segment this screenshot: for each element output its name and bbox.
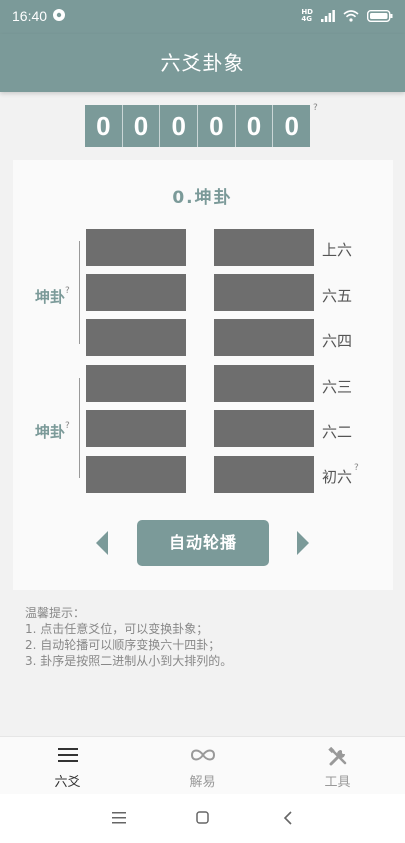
lower-trigram-help[interactable]: ? xyxy=(65,421,70,431)
nav-label: 解易 xyxy=(189,775,216,790)
line-6-right-segment[interactable] xyxy=(214,229,314,266)
line-2-label: 六二 xyxy=(322,423,353,441)
line-1-label: 初六 xyxy=(322,468,353,486)
signal-icon xyxy=(321,10,335,22)
upper-trigram-bracket xyxy=(79,241,80,344)
line-6-label: 上六 xyxy=(322,241,353,259)
next-hexagram-button[interactable] xyxy=(297,531,309,555)
tip-item: 2. 自动轮播可以顺序变换六十四卦； xyxy=(25,638,221,652)
line-2-right-segment[interactable] xyxy=(214,410,314,447)
line-3-label: 六三 xyxy=(322,378,353,396)
recents-icon[interactable] xyxy=(112,812,126,824)
nav-label: 工具 xyxy=(324,775,351,790)
binary-display: 0 0 0 0 0 0 xyxy=(85,105,310,147)
binary-digit-6: 0 xyxy=(284,111,299,141)
hexagram-title: 0.坤卦 xyxy=(172,188,233,208)
battery-icon xyxy=(367,10,393,22)
upper-trigram-help[interactable]: ? xyxy=(65,286,70,296)
binary-digit-2: 0 xyxy=(123,105,161,147)
home-icon[interactable] xyxy=(196,811,209,824)
line-3-left-segment[interactable] xyxy=(86,365,186,402)
line-1-right-segment[interactable] xyxy=(214,456,314,493)
line-1-left-segment[interactable] xyxy=(86,456,186,493)
binary-digit-5: 0 xyxy=(236,105,274,147)
status-bar: 16:40 HD 4G xyxy=(0,0,405,34)
line-4-left-segment[interactable] xyxy=(86,319,186,356)
line-1-help[interactable]: ? xyxy=(354,463,359,473)
binary-digit-4: 0 xyxy=(198,105,236,147)
page-title: 六爻卦象 xyxy=(160,51,245,75)
lower-trigram-label[interactable]: 坤卦? xyxy=(35,421,70,442)
upper-trigram-label[interactable]: 坤卦? xyxy=(35,286,70,307)
nav-tab-jieyi[interactable]: 解易 xyxy=(135,737,270,795)
line-4-right-segment[interactable] xyxy=(214,319,314,356)
line-6-left-segment[interactable] xyxy=(86,229,186,266)
autoplay-button[interactable]: 自动轮播 xyxy=(137,520,269,566)
back-icon[interactable] xyxy=(283,811,292,825)
menu-icon xyxy=(57,748,78,762)
infinity-icon xyxy=(190,749,215,761)
status-right: HD 4G xyxy=(301,8,393,24)
line-2-left-segment[interactable] xyxy=(86,410,186,447)
tools-icon xyxy=(327,747,346,766)
system-navigation-bar xyxy=(0,794,405,843)
tip-item: 3. 卦序是按照二进制从小到大排列的。 xyxy=(25,654,233,668)
bottom-navigation: 六爻 解易 工具 xyxy=(0,736,405,795)
status-time: 16:40 xyxy=(12,8,48,24)
nav-tab-tools[interactable]: 工具 xyxy=(270,737,405,795)
line-3-right-segment[interactable] xyxy=(214,365,314,402)
network-type: HD 4G xyxy=(301,8,313,23)
nav-label: 六爻 xyxy=(54,775,81,790)
tip-item: 1. 点击任意爻位，可以变换卦象； xyxy=(25,622,209,636)
binary-digit-1: 0 xyxy=(85,105,123,147)
line-5-left-segment[interactable] xyxy=(86,274,186,311)
number-help-button[interactable]: ? xyxy=(313,103,318,113)
tips-section: 温馨提示： 1. 点击任意爻位，可以变换卦象； 2. 自动轮播可以顺序变换六十四… xyxy=(25,605,232,669)
binary-digit-3: 0 xyxy=(160,105,199,147)
nav-tab-liuyao[interactable]: 六爻 xyxy=(0,737,135,795)
tips-heading: 温馨提示： xyxy=(25,606,86,620)
line-4-label: 六四 xyxy=(322,332,353,350)
line-5-right-segment[interactable] xyxy=(214,274,314,311)
settings-notification-icon xyxy=(53,9,65,21)
line-5-label: 六五 xyxy=(322,287,353,305)
app-bar: 六爻卦象 xyxy=(0,34,405,92)
wifi-icon xyxy=(343,10,359,22)
lower-trigram-bracket xyxy=(79,378,80,478)
previous-hexagram-button[interactable] xyxy=(96,531,108,555)
